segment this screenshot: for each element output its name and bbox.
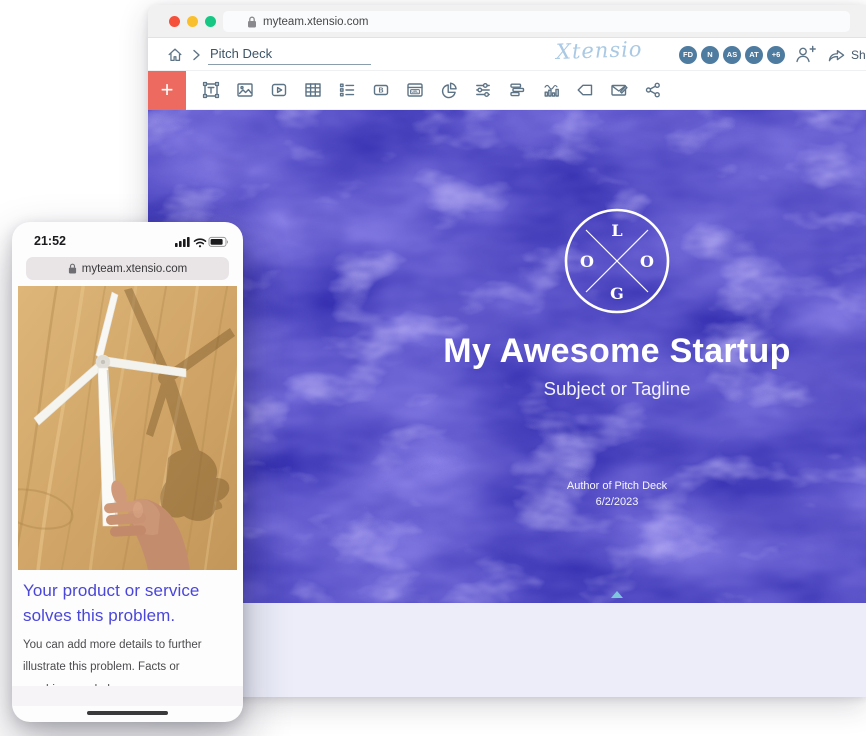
chart-module-icon[interactable]	[541, 80, 561, 100]
zoom-window-button[interactable]	[205, 16, 216, 27]
add-module-button[interactable]: +	[148, 71, 186, 110]
mail-module-icon[interactable]	[609, 80, 629, 100]
phone-next-module-band	[12, 686, 243, 706]
breadcrumb-separator-icon	[192, 49, 201, 61]
phone-clock: 21:52	[34, 234, 66, 248]
turbine-photo	[18, 286, 237, 570]
tag-module-icon[interactable]	[575, 80, 595, 100]
collapse-section-chevron-icon[interactable]	[611, 591, 623, 598]
close-window-button[interactable]	[169, 16, 180, 27]
share-icon	[827, 46, 846, 63]
lock-icon	[68, 263, 77, 274]
phone-page-heading: Your product or service solves this prob…	[23, 578, 231, 628]
address-bar-url: myteam.xtensio.com	[263, 16, 368, 28]
document-title-field[interactable]: Pitch Deck	[208, 44, 371, 65]
avatar-overflow-badge[interactable]: +6	[766, 45, 786, 65]
slide-date[interactable]: 6/2/2023	[148, 496, 866, 508]
avatar[interactable]: AT	[744, 45, 764, 65]
slide-tagline[interactable]: Subject or Tagline	[148, 378, 866, 400]
share-button[interactable]: Share	[827, 46, 866, 63]
logo-letter-right: O	[640, 252, 654, 271]
minimize-window-button[interactable]	[187, 16, 198, 27]
slide-author[interactable]: Author of Pitch Deck	[148, 480, 866, 492]
lock-icon	[247, 16, 257, 28]
sliders-module-icon[interactable]	[473, 80, 493, 100]
home-indicator	[87, 711, 168, 716]
xtensio-logo: Xtensio	[556, 38, 615, 64]
video-module-icon[interactable]	[269, 80, 289, 100]
avatar[interactable]: FD	[678, 45, 698, 65]
wifi-icon	[195, 239, 206, 247]
avatar[interactable]: AS	[722, 45, 742, 65]
logo-letter-top: L	[611, 221, 622, 240]
phone-status-bar: 21:52	[12, 232, 243, 252]
list-module-icon[interactable]	[337, 80, 357, 100]
address-bar[interactable]: myteam.xtensio.com	[223, 11, 850, 32]
home-icon[interactable]	[165, 45, 185, 65]
embed-url-module-icon[interactable]: URL	[405, 80, 425, 100]
battery-icon	[209, 237, 228, 246]
logo-letter-bottom: G	[610, 284, 624, 303]
collaborator-avatars: FD N AS AT +6	[676, 45, 786, 65]
phone-url-text: myteam.xtensio.com	[82, 263, 187, 275]
phone-address-bar[interactable]: myteam.xtensio.com	[26, 257, 229, 280]
logo-letter-left: O	[580, 252, 594, 271]
button-icon-letter: B	[378, 88, 383, 95]
window-controls	[169, 16, 216, 27]
slide-canvas: L O O G My Awesome Startup Subject or Ta…	[148, 110, 866, 603]
document-nav-row: Pitch Deck Xtensio FD N AS AT +6	[148, 38, 866, 71]
text-module-icon[interactable]	[201, 80, 221, 100]
browser-window: myteam.xtensio.com Pitch Deck Xtensio FD…	[148, 5, 866, 697]
slide-title[interactable]: My Awesome Startup	[148, 332, 866, 371]
screenshot-stage: myteam.xtensio.com Pitch Deck Xtensio FD…	[0, 0, 866, 736]
phone-preview: 21:52	[12, 222, 243, 722]
share-nodes-module-icon[interactable]	[643, 80, 663, 100]
cellular-signal-icon	[175, 237, 190, 247]
add-collaborator-icon[interactable]	[794, 45, 816, 65]
next-section-area	[148, 603, 866, 697]
browser-chrome-bar: myteam.xtensio.com	[148, 5, 866, 38]
button-module-icon[interactable]: B	[371, 80, 391, 100]
pie-chart-module-icon[interactable]	[439, 80, 459, 100]
table-module-icon[interactable]	[303, 80, 323, 100]
avatar[interactable]: N	[700, 45, 720, 65]
url-icon-letters: URL	[412, 90, 419, 94]
module-toolbar: + B	[148, 71, 866, 110]
slide-logo-module[interactable]: L O O G	[563, 207, 671, 315]
share-label: Share	[851, 48, 866, 62]
stacked-bars-module-icon[interactable]	[507, 80, 527, 100]
image-module-icon[interactable]	[235, 80, 255, 100]
